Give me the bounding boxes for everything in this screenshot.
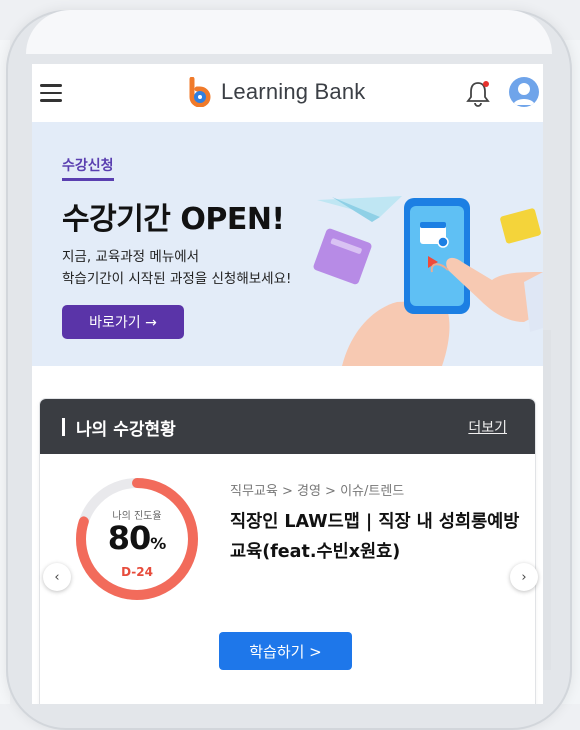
status-header: 나의 수강현황 더보기 — [40, 399, 535, 454]
phone-top — [26, 10, 552, 54]
avatar-figure — [513, 83, 535, 105]
learning-status-card: 나의 수강현황 더보기 나의 진도율 80% D-24 직무교육 > 경영 > … — [40, 399, 535, 704]
app-header: Learning Bank — [32, 64, 543, 122]
progress-number: 80 — [107, 519, 152, 557]
phone-hand-illustration — [313, 196, 543, 366]
banner-desc-line1: 지금, 교육과정 메뉴에서 — [62, 249, 200, 265]
progress-percent: 80% — [72, 519, 202, 557]
brand-logo[interactable]: Learning Bank — [187, 74, 365, 110]
brand-name: Learning Bank — [221, 79, 366, 104]
user-icon[interactable] — [509, 77, 539, 107]
banner-title: 수강기간 OPEN! — [62, 202, 285, 237]
study-button[interactable]: 학습하기 > — [219, 632, 352, 670]
banner-desc-line2: 학습기간이 시작된 과정을 신청해보세요! — [62, 271, 292, 287]
goto-button[interactable]: 바로가기 → — [62, 305, 184, 339]
course-breadcrumb: 직무교육 > 경영 > 이슈/트렌드 — [230, 484, 405, 499]
right-shadow-strip — [543, 330, 551, 670]
course-title[interactable]: 직장인 LAW드맵 | 직장 내 성희롱예방교육(feat.수빈x원효) — [230, 507, 520, 567]
banner-description: 지금, 교육과정 메뉴에서 학습기간이 시작된 과정을 신청해보세요! — [62, 246, 291, 290]
bell-icon[interactable] — [464, 78, 492, 108]
status-title: 나의 수강현황 — [76, 420, 176, 440]
app-screen: Learning Bank 수강신청 수강기간 OPEN! 지금, 교육과정 메… — [32, 64, 543, 704]
promo-banner[interactable]: 수강신청 수강기간 OPEN! 지금, 교육과정 메뉴에서 학습기간이 시작된 … — [32, 122, 543, 366]
status-title-bar — [62, 418, 65, 436]
dday-badge: D-24 — [121, 565, 153, 579]
banner-tag: 수강신청 — [62, 155, 114, 181]
chevron-right-icon[interactable]: › — [510, 563, 538, 591]
logo-b-icon — [189, 77, 211, 107]
hamburger-icon[interactable] — [40, 84, 62, 102]
more-link[interactable]: 더보기 — [468, 417, 507, 437]
progress-unit: % — [150, 534, 167, 553]
chevron-left-icon[interactable]: ‹ — [43, 563, 71, 591]
